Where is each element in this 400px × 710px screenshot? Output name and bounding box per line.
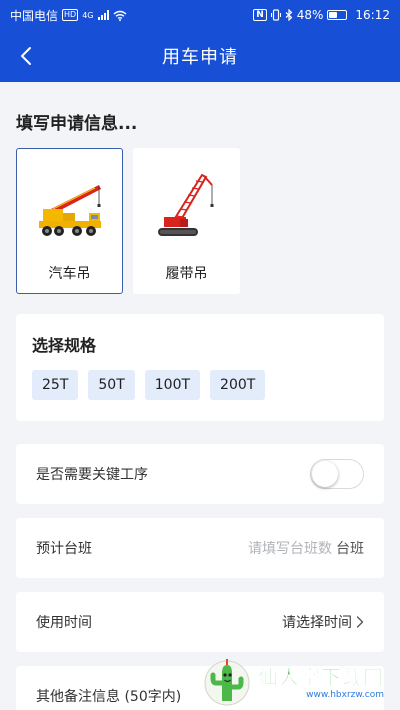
shifts-input[interactable]: 请填写台班数 xyxy=(248,538,332,558)
use-time-value[interactable]: 请选择时间 xyxy=(282,612,352,632)
use-time-row[interactable]: 使用时间 请选择时间 xyxy=(16,592,384,652)
shifts-row: 预计台班 请填写台班数 台班 xyxy=(16,518,384,578)
shifts-label: 预计台班 xyxy=(36,541,92,557)
wifi-icon xyxy=(113,10,126,21)
spec-options: 25T 50T 100T 200T xyxy=(32,370,368,400)
bluetooth-icon xyxy=(285,9,293,21)
status-bar: 中国电信 HD 4G N 48% 16:12 xyxy=(0,0,400,30)
shifts-control: 请填写台班数 台班 xyxy=(248,538,364,558)
key-process-toggle[interactable] xyxy=(310,459,364,489)
site-watermark: 仙人掌下载网 www.hbxrzw.com xyxy=(200,652,396,708)
battery-icon xyxy=(327,10,348,20)
spec-option-100t[interactable]: 100T xyxy=(144,370,201,400)
vibrate-icon xyxy=(270,9,281,21)
hd-badge: HD xyxy=(62,9,79,21)
app-header: 用车申请 xyxy=(0,30,400,82)
watermark-url: www.hbxrzw.com xyxy=(306,689,384,700)
spec-title: 选择规格 xyxy=(32,336,97,355)
spec-option-200t[interactable]: 200T xyxy=(210,370,266,400)
use-time-control: 请选择时间 xyxy=(282,612,364,632)
vehicle-label: 履带吊 xyxy=(165,266,208,282)
remarks-label: 其他备注信息 (50字内) xyxy=(36,689,182,705)
key-process-label: 是否需要关键工序 xyxy=(36,467,148,483)
chevron-left-icon xyxy=(21,47,31,65)
key-process-control xyxy=(310,459,364,489)
use-time-label: 使用时间 xyxy=(36,615,92,631)
spec-option-50t[interactable]: 50T xyxy=(88,370,135,400)
network-type: 4G xyxy=(82,10,94,20)
shifts-unit: 台班 xyxy=(336,541,364,557)
page-title: 用车申请 xyxy=(162,47,238,68)
spec-card: 选择规格 25T 50T 100T 200T xyxy=(16,314,384,421)
vehicle-label: 汽车吊 xyxy=(48,266,91,282)
vehicle-card-crawler-crane[interactable]: 履带吊 xyxy=(133,148,240,294)
nfc-icon: N xyxy=(253,9,267,21)
key-process-row: 是否需要关键工序 xyxy=(16,444,384,504)
watermark-text: 仙人掌下载网 www.hbxrzw.com xyxy=(258,661,384,700)
vehicle-card-truck-crane[interactable]: 汽车吊 xyxy=(16,148,123,294)
toggle-knob xyxy=(312,461,338,487)
watermark-title: 仙人掌下载网 xyxy=(258,664,384,689)
cactus-logo-icon xyxy=(204,659,250,706)
spec-option-25t[interactable]: 25T xyxy=(32,370,79,400)
battery-percent: 48% xyxy=(296,8,324,22)
crawler-crane-icon xyxy=(157,173,213,236)
truck-crane-icon xyxy=(38,185,101,236)
back-button[interactable] xyxy=(10,30,42,82)
clock: 16:12 xyxy=(355,8,390,22)
form-content: 填写申请信息... 汽车吊 履带吊 选择规格 25T 50T 100T 200T… xyxy=(0,82,400,710)
carrier-name: 中国电信 xyxy=(10,8,59,23)
vehicle-type-list: 汽车吊 履带吊 xyxy=(16,148,384,294)
status-left: 中国电信 HD 4G xyxy=(10,7,127,24)
section-title: 填写申请信息... xyxy=(16,114,138,134)
chevron-right-icon xyxy=(356,616,364,628)
signal-icon xyxy=(97,10,109,20)
status-right: N 48% 16:12 xyxy=(253,8,390,22)
